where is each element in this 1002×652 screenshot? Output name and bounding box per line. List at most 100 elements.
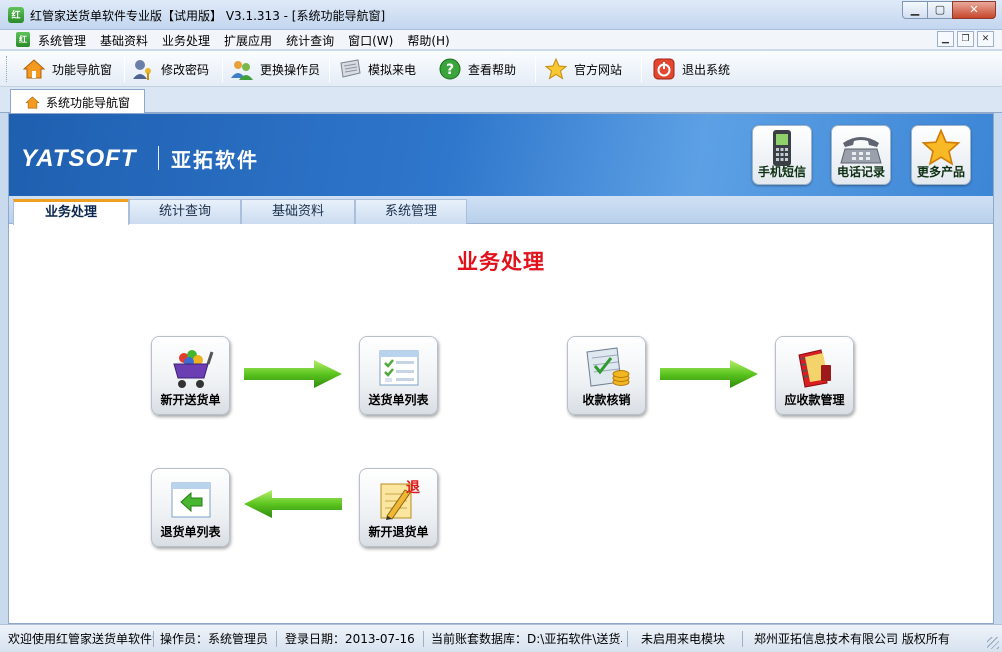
change-password-label: 修改密码: [161, 62, 210, 77]
new-delivery-order-button[interactable]: 新开送货单: [151, 336, 230, 415]
change-password-button[interactable]: 修改密码: [131, 55, 209, 83]
status-copyright: 郑州亚拓信息技术有限公司 版权所有: [754, 632, 950, 646]
tab-system-admin[interactable]: 系统管理: [355, 199, 467, 224]
flow-arrow-right: [660, 360, 758, 388]
mdi-controls: ▁ ❐ ✕: [934, 31, 994, 47]
mdi-restore-button[interactable]: ❐: [957, 31, 974, 47]
more-products-label: 更多产品: [916, 165, 965, 179]
receivables-management-label: 应收款管理: [784, 393, 845, 407]
status-login-date: 登录日期：2013-07-16: [285, 632, 415, 646]
navigator-window: YATSOFT 亚拓软件 手机短信 电话记录 更多产品 业务处理 统计查询 基础…: [8, 113, 994, 624]
official-site-button[interactable]: 官方网站: [544, 55, 622, 83]
flow-arrow-left: [244, 490, 342, 518]
brand-divider: [158, 146, 159, 170]
new-delivery-order-label: 新开送货单: [160, 393, 221, 407]
tab-statistics[interactable]: 统计查询: [129, 199, 241, 224]
toolbar-separator: [329, 56, 330, 82]
new-return-order-button[interactable]: 退 新开退货单: [359, 468, 438, 547]
status-separator: [627, 631, 628, 647]
sms-button[interactable]: 手机短信: [752, 125, 812, 185]
status-separator: [742, 631, 743, 647]
status-separator: [276, 631, 277, 647]
tab-basic-data[interactable]: 基础资料: [241, 199, 355, 224]
delivery-order-list-button[interactable]: 送货单列表: [359, 336, 438, 415]
red-notebook-icon: [776, 343, 853, 393]
tab-label: 系统功能导航窗: [46, 95, 131, 110]
status-caller-id: 未启用来电模块: [641, 632, 726, 646]
menu-business[interactable]: 业务处理: [162, 32, 210, 49]
toolbar-separator: [641, 56, 642, 82]
document-tab-strip: 系统功能导航窗: [0, 87, 1002, 114]
sms-label: 手机短信: [757, 165, 806, 179]
window-title: 红管家送货单软件专业版【试用版】 V3.1.313 - [系统功能导航窗]: [30, 9, 386, 23]
menu-window[interactable]: 窗口(W): [348, 32, 393, 49]
toolbar-separator: [222, 56, 223, 82]
title-bar: 红 红管家送货单软件专业版【试用版】 V3.1.313 - [系统功能导航窗] …: [0, 0, 1002, 30]
receivables-management-button[interactable]: 应收款管理: [775, 336, 854, 415]
exit-system-button[interactable]: 退出系统: [652, 55, 730, 83]
mdi-app-icon[interactable]: 红: [16, 32, 30, 47]
module-tabs: 业务处理 统计查询 基础资料 系统管理: [9, 196, 993, 225]
simulate-call-button[interactable]: 模拟来电: [338, 55, 416, 83]
return-list-icon: [152, 475, 229, 525]
toolbar: 功能导航窗 修改密码 更换操作员 模拟来电 ? 查看帮助 官方网站 退出系统: [0, 51, 1002, 87]
app-logo-icon: 红: [8, 7, 24, 23]
toolbar-separator: [535, 56, 536, 82]
mdi-minimize-button[interactable]: ▁: [937, 31, 954, 47]
status-separator: [153, 631, 154, 647]
status-bar: 欢迎使用红管家送货单软件专业版 操作员：系统管理员 登录日期：2013-07-1…: [0, 624, 1002, 652]
flow-arrow-right: [244, 360, 342, 388]
home-button[interactable]: 功能导航窗: [22, 55, 112, 83]
resize-grip[interactable]: [987, 637, 999, 649]
phone-book-icon: [338, 57, 362, 81]
mdi-close-button[interactable]: ✕: [977, 31, 994, 47]
menu-bar: 红 系统管理 基础资料 业务处理 扩展应用 统计查询 窗口(W) 帮助(H) ▁…: [0, 30, 1002, 50]
star-icon: [544, 57, 568, 81]
new-return-order-label: 新开退货单: [368, 525, 429, 539]
key-user-icon: [131, 57, 155, 81]
help-icon: ?: [438, 57, 462, 81]
return-badge: 退: [406, 480, 420, 496]
delivery-order-list-label: 送货单列表: [368, 393, 429, 407]
view-help-button[interactable]: ? 查看帮助: [438, 55, 516, 83]
call-log-button[interactable]: 电话记录: [831, 125, 891, 185]
payment-writeoff-button[interactable]: 收款核销: [567, 336, 646, 415]
menu-statistics[interactable]: 统计查询: [286, 32, 334, 49]
power-icon: [652, 57, 676, 81]
menu-extensions[interactable]: 扩展应用: [224, 32, 272, 49]
brand-banner: YATSOFT 亚拓软件 手机短信 电话记录 更多产品: [9, 114, 993, 196]
home-button-label: 功能导航窗: [52, 62, 113, 77]
home-icon: [25, 95, 40, 110]
view-help-label: 查看帮助: [468, 62, 517, 77]
menu-help[interactable]: 帮助(H): [407, 32, 449, 49]
return-order-list-label: 退货单列表: [160, 525, 221, 539]
home-icon: [22, 57, 46, 81]
payment-writeoff-label: 收款核销: [582, 393, 631, 407]
status-separator: [423, 631, 424, 647]
brand-name-cn: 亚拓软件: [171, 148, 259, 172]
coins-ledger-icon: [568, 343, 645, 393]
switch-operator-button[interactable]: 更换操作员: [230, 55, 320, 83]
section-title: 业务处理: [457, 250, 545, 274]
shopping-cart-icon: [152, 343, 229, 393]
svg-text:?: ?: [446, 62, 454, 78]
exit-system-label: 退出系统: [682, 62, 731, 77]
star-icon: [912, 128, 970, 168]
toolbar-grip[interactable]: [6, 56, 9, 82]
tab-business[interactable]: 业务处理: [13, 199, 129, 225]
menu-basic-data[interactable]: 基础资料: [100, 32, 148, 49]
users-icon: [230, 57, 254, 81]
status-database: 当前账套数据库：D:\亚拓软件\送货单软件\Data: [431, 632, 622, 646]
official-site-label: 官方网站: [574, 62, 623, 77]
return-edit-icon: 退: [360, 475, 437, 525]
minimize-button[interactable]: ▁: [902, 1, 928, 19]
more-products-button[interactable]: 更多产品: [911, 125, 971, 185]
tab-function-navigator[interactable]: 系统功能导航窗: [10, 89, 145, 114]
maximize-button[interactable]: ▢: [927, 1, 953, 19]
mobile-phone-icon: [753, 128, 811, 168]
menu-system[interactable]: 系统管理: [38, 32, 86, 49]
close-button[interactable]: ✕: [952, 1, 996, 19]
telephone-icon: [832, 128, 890, 168]
return-order-list-button[interactable]: 退货单列表: [151, 468, 230, 547]
call-log-label: 电话记录: [836, 165, 885, 179]
